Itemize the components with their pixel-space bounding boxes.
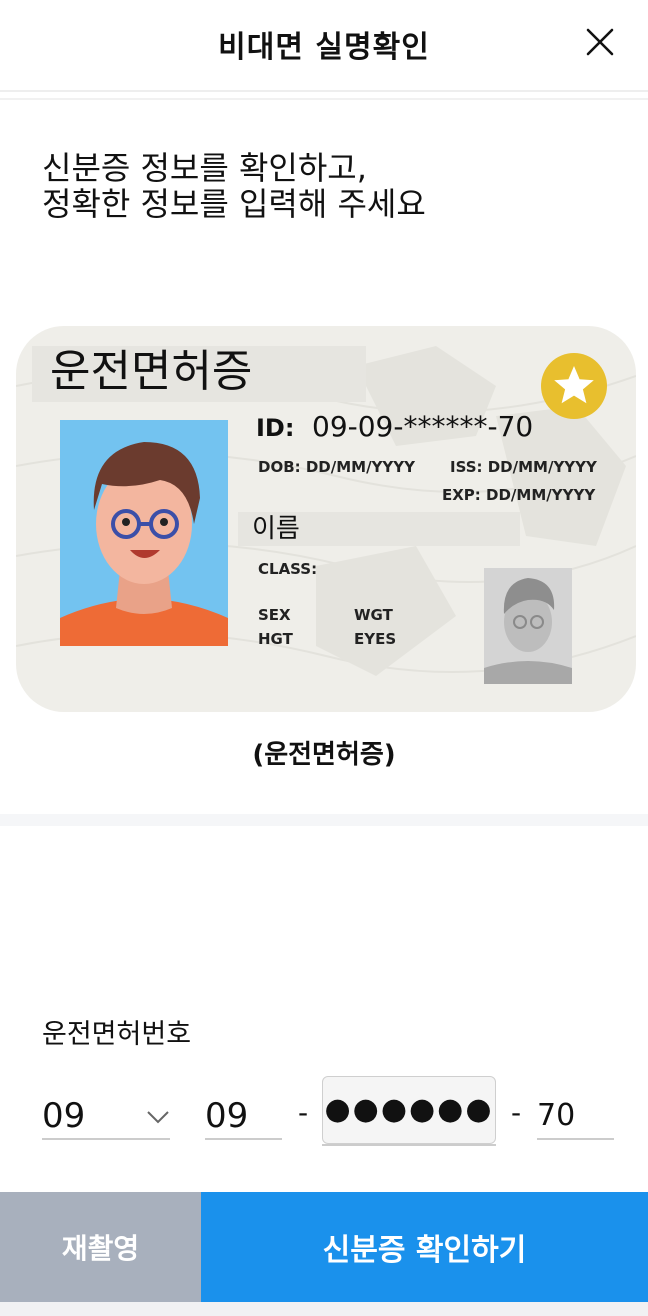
card-eyes: EYES [354,630,397,648]
star-icon [541,353,607,419]
divider [0,98,648,100]
license-part4-value: 70 [537,1098,576,1133]
bottom-action-bar: 재촬영 신분증 확인하기 [0,1192,648,1302]
header: 비대면 실명확인 [0,0,648,92]
card-sex: SEX [258,606,291,624]
ghost-portrait-image [484,568,572,684]
separator-dash: - [511,1096,522,1129]
license-part4-input[interactable]: 70 [537,1094,614,1140]
card-name: 이름 [252,514,300,544]
card-title: 운전면허증 [50,346,253,397]
card-id-value: 09-09-******-70 [312,410,534,443]
card-dob: DOB: DD/MM/YYYY [258,458,416,476]
license-part3-value: ●●●●●● [322,1076,496,1144]
close-icon[interactable] [580,22,620,62]
retake-button[interactable]: 재촬영 [0,1192,201,1302]
license-number-label: 운전면허번호 [42,1019,192,1050]
card-wgt: WGT [354,606,393,624]
card-hgt: HGT [258,630,293,648]
license-part2-value: 09 [205,1096,249,1136]
card-class: CLASS: [258,560,318,578]
confirm-id-button[interactable]: 신분증 확인하기 [201,1192,648,1302]
card-exp: EXP: DD/MM/YYYY [442,486,596,504]
home-indicator-area [0,1302,648,1316]
portrait-image [60,420,228,646]
instruction-text: 신분증 정보를 확인하고, 정확한 정보를 입력해 주세요 [42,149,426,223]
card-caption: (운전면허증) [252,740,396,770]
separator-dash: - [298,1096,309,1129]
section-divider [0,814,648,826]
id-card-illustration: 운전면허증 ID: 09-09-******-70 DOB: DD/MM/YYY… [16,326,636,712]
card-id-label: ID: [256,414,295,442]
chevron-down-icon [147,1111,169,1124]
license-part2-input[interactable]: 09 [205,1094,282,1140]
license-region-select[interactable]: 09 [42,1094,170,1140]
license-region-value: 09 [42,1096,86,1136]
license-part3-masked-input[interactable]: ●●●●●● [322,1076,496,1146]
card-iss: ISS: DD/MM/YYYY [450,458,597,476]
page-title: 비대면 실명확인 [218,30,430,65]
